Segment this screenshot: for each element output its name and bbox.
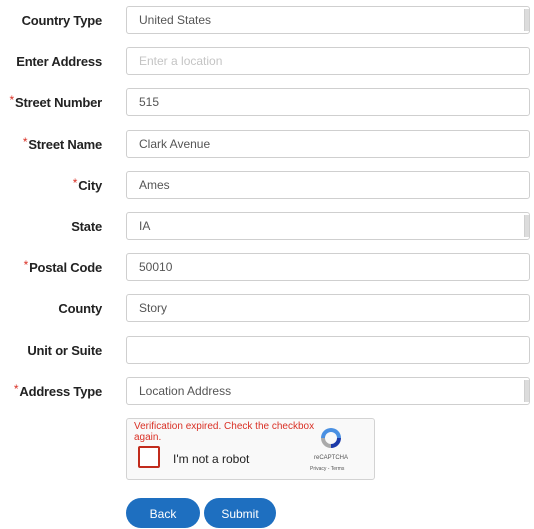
county-value: Story <box>139 301 168 315</box>
form-row-address-type: *Address Type Location Address <box>0 377 534 407</box>
required-asterisk: * <box>13 382 19 396</box>
select-scroll-handle[interactable] <box>524 380 529 402</box>
state-value: IA <box>139 219 151 233</box>
form-row-unit-or-suite: Unit or Suite <box>0 336 534 366</box>
field-label-text: Address Type <box>19 384 102 399</box>
form-row-country-type: Country Type United States <box>0 6 534 36</box>
form-row-street-number: *Street Number 515 <box>0 88 534 118</box>
back-button[interactable]: Back <box>126 498 200 528</box>
enter-address-placeholder: Enter a location <box>139 54 223 68</box>
required-asterisk: * <box>22 135 28 149</box>
recaptcha-logo-icon <box>321 428 341 448</box>
form-row-postal-code: *Postal Code 50010 <box>0 253 534 283</box>
field-label-unit-or-suite: Unit or Suite <box>27 336 102 366</box>
field-label-postal-code: *Postal Code <box>23 253 103 283</box>
field-label-text: Street Name <box>28 137 102 152</box>
required-asterisk: * <box>9 93 15 107</box>
field-label-enter-address: Enter Address <box>16 47 102 77</box>
postal-code-value: 50010 <box>139 260 173 274</box>
unit-or-suite-input[interactable] <box>126 336 530 364</box>
address-type-value: Location Address <box>139 384 232 398</box>
select-scroll-handle[interactable] <box>524 215 529 237</box>
select-scroll-handle[interactable] <box>524 9 529 31</box>
field-label-text: Enter Address <box>16 54 102 69</box>
field-label-county: County <box>58 294 102 324</box>
street-number-value: 515 <box>139 95 160 109</box>
field-label-street-name: *Street Name <box>23 130 102 160</box>
field-label-address-type: *Address Type <box>14 377 102 407</box>
recaptcha-widget: Verification expired. Check the checkbox… <box>126 418 375 480</box>
field-label-country-type: Country Type <box>21 6 103 36</box>
required-asterisk: * <box>72 176 78 190</box>
county-input[interactable]: Story <box>126 294 530 322</box>
street-name-input[interactable]: Clark Avenue <box>126 130 530 158</box>
country-type-select[interactable]: United States <box>126 6 530 34</box>
field-label-text: Postal Code <box>29 260 102 275</box>
recaptcha-checkbox[interactable] <box>138 446 160 468</box>
field-label-text: State <box>71 219 102 234</box>
field-label-text: Unit or Suite <box>27 343 102 358</box>
field-label-street-number: *Street Number <box>9 88 103 118</box>
form-row-street-name: *Street Name Clark Avenue <box>0 130 534 160</box>
enter-address-input[interactable]: Enter a location <box>126 47 530 75</box>
form-row-state: State IA <box>0 212 534 242</box>
field-label-city: *City <box>73 171 102 201</box>
recaptcha-brand: reCAPTCHA <box>314 455 349 461</box>
recaptcha-error-message: Verification expired. Check the checkbox… <box>134 421 315 443</box>
field-label-text: County <box>58 301 102 316</box>
field-label-text: Country Type <box>21 13 103 28</box>
form-row-county: County Story <box>0 294 534 324</box>
street-number-input[interactable]: 515 <box>126 88 530 116</box>
state-select[interactable]: IA <box>126 212 530 240</box>
city-input[interactable]: Ames <box>126 171 530 199</box>
recaptcha-checkbox-label: I'm not a robot <box>173 452 250 466</box>
field-label-text: Street Number <box>15 95 102 110</box>
street-name-value: Clark Avenue <box>139 137 211 151</box>
address-type-select[interactable]: Location Address <box>126 377 530 405</box>
submit-button[interactable]: Submit <box>204 498 276 528</box>
form-row-city: *City Ames <box>0 171 534 201</box>
country-type-value: United States <box>139 13 212 27</box>
required-asterisk: * <box>23 258 29 272</box>
city-value: Ames <box>139 178 170 192</box>
field-label-text: City <box>78 178 102 193</box>
recaptcha-privacy-terms-link[interactable]: Privacy - Terms <box>310 466 344 472</box>
field-label-state: State <box>71 212 102 242</box>
postal-code-input[interactable]: 50010 <box>126 253 530 281</box>
form-row-enter-address: Enter Address Enter a location <box>0 47 534 77</box>
